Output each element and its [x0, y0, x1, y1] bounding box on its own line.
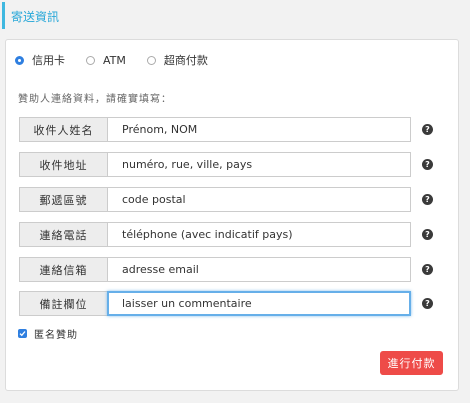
help-icon[interactable]: ?: [422, 298, 433, 309]
email-field: 連絡信箱 ?: [19, 257, 438, 282]
postal-code-field: 郵遞區號 ?: [19, 187, 438, 212]
help-icon[interactable]: ?: [422, 229, 433, 240]
phone-input[interactable]: [107, 222, 411, 247]
payment-option-credit-card[interactable]: 信用卡: [15, 52, 65, 68]
phone-field: 連絡電話 ?: [19, 222, 438, 247]
radio-unchecked-icon: [146, 55, 156, 65]
address-input[interactable]: [107, 152, 411, 177]
anonymous-label: 匿名贊助: [34, 330, 78, 341]
recipient-name-field: 收件人姓名 ?: [19, 117, 438, 142]
field-label: 備註欄位: [19, 291, 108, 316]
radio-checked-icon: [15, 55, 24, 65]
help-icon[interactable]: ?: [422, 264, 433, 275]
field-label: 收件人姓名: [19, 117, 108, 142]
email-input[interactable]: [107, 257, 411, 282]
payment-option-atm[interactable]: ATM: [86, 54, 126, 67]
payment-option-label: 超商付款: [163, 54, 208, 67]
address-field: 收件地址 ?: [19, 152, 438, 177]
payment-option-label: ATM: [103, 53, 126, 67]
field-label: 連絡信箱: [19, 257, 108, 282]
header-accent-bar: [2, 2, 5, 29]
postal-code-input[interactable]: [107, 187, 411, 212]
help-icon[interactable]: ?: [422, 159, 433, 170]
checkbox-checked-icon: [18, 329, 27, 338]
field-label: 郵遞區號: [19, 187, 108, 212]
radio-unchecked-icon: [86, 55, 95, 65]
field-label: 連絡電話: [19, 222, 108, 247]
contact-info-note: 贊助人連絡資料，請確實填寫：: [18, 94, 172, 105]
submit-payment-button[interactable]: 進行付款: [380, 351, 443, 375]
payment-option-convenience-store[interactable]: 超商付款: [146, 52, 208, 68]
payment-option-label: 信用卡: [32, 54, 65, 67]
remarks-field: 備註欄位 ?: [19, 291, 438, 316]
section-header: 寄送資訊: [0, 0, 470, 32]
help-icon[interactable]: ?: [422, 124, 433, 135]
section-title: 寄送資訊: [11, 10, 60, 24]
recipient-name-input[interactable]: [107, 117, 411, 142]
help-icon[interactable]: ?: [422, 194, 433, 205]
anonymous-sponsor-checkbox[interactable]: 匿名贊助: [18, 326, 78, 341]
payment-method-group: 信用卡 ATM 超商付款: [15, 52, 229, 68]
field-label: 收件地址: [19, 152, 108, 177]
remarks-input[interactable]: [107, 291, 411, 316]
